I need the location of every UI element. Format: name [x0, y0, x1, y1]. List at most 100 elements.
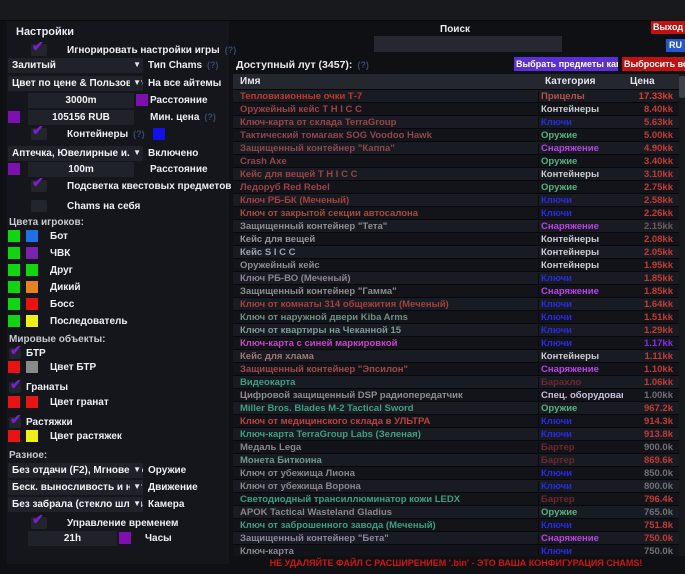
table-row[interactable]: Ключ от закрытой секции автосалона Ключи…	[233, 207, 679, 220]
item-price: 2.26kk	[623, 208, 679, 219]
loot-distance-input[interactable]	[28, 162, 134, 177]
table-row[interactable]: Кейс для хлама Контейнеры 1.11kk	[233, 350, 679, 363]
table-row[interactable]: Crash Axe Оружие 3.40kk	[233, 155, 679, 168]
search-input[interactable]	[374, 36, 562, 52]
scrollbar-thumb[interactable]	[679, 76, 685, 98]
table-row[interactable]: Ключ от убежища Лиона Ключи 850.0k	[233, 467, 679, 480]
help-icon[interactable]: (?)	[357, 60, 369, 70]
all-items-dropdown[interactable]: Цвет по цене & Пользователь ▼	[8, 76, 143, 91]
table-row[interactable]: Тепловизионные очки Т-7 Прицелы 17.33kk	[233, 90, 679, 103]
table-row[interactable]: Видеокарта Барахло 1.06kk	[233, 376, 679, 389]
table-row[interactable]: Ключ от комнаты 314 общежития (Меченый) …	[233, 298, 679, 311]
player-color-swatch-1[interactable]	[8, 281, 20, 293]
table-row[interactable]: Ключ от убежища Ворона Ключи 800.0k	[233, 480, 679, 493]
containers-checkbox[interactable]: ✔	[31, 128, 47, 140]
player-color-swatch-2[interactable]	[26, 230, 38, 242]
language-button[interactable]: RU	[666, 39, 685, 52]
chams-self-checkbox[interactable]	[31, 200, 47, 212]
player-color-swatch-1[interactable]	[8, 230, 20, 242]
player-color-swatch-2[interactable]	[26, 247, 38, 259]
hours-input[interactable]	[28, 531, 117, 546]
table-row[interactable]: Ключ РБ-ВО (Меченый) Ключи 1.85kk	[233, 272, 679, 285]
camera-dropdown[interactable]: Без забрала (стекло шлема) ▼	[8, 497, 143, 512]
table-row[interactable]: Ключ-карта TerraGroup Labs (Зеленая) Клю…	[233, 428, 679, 441]
player-color-label: Босс	[50, 299, 74, 310]
item-price: 2.15kk	[623, 221, 679, 232]
chams-type-dropdown[interactable]: Залитый ▼	[8, 58, 143, 73]
table-scrollbar[interactable]	[679, 74, 685, 556]
ignore-game-settings-checkbox[interactable]: ✔	[31, 44, 47, 56]
column-header-category[interactable]: Категория	[545, 76, 595, 87]
loot-distance-color-swatch[interactable]	[8, 163, 20, 175]
player-color-swatch-2[interactable]	[26, 281, 38, 293]
hours-color-swatch[interactable]	[119, 532, 131, 544]
table-row[interactable]: Кейс S I C C Контейнеры 2.05kk	[233, 246, 679, 259]
grenade-color-swatch-2[interactable]	[26, 396, 38, 408]
table-row[interactable]: Ключ-карта с синей маркировкой Ключи 1.1…	[233, 337, 679, 350]
item-price: 914.3k	[623, 416, 679, 427]
min-price-color-swatch[interactable]	[8, 111, 20, 123]
table-row[interactable]: Ключ-карта от склада TerraGroup Ключи 5.…	[233, 116, 679, 129]
table-row[interactable]: Оружейный кейс Контейнеры 1.95kk	[233, 259, 679, 272]
table-row[interactable]: Защищенный контейнер "Бета" Снаряжение 7…	[233, 532, 679, 545]
table-row[interactable]: Тактический томагавк SOG Voodoo Hawk Ору…	[233, 129, 679, 142]
tripwire-color-label: Цвет растяжек	[50, 431, 122, 442]
select-kappa-items-button[interactable]: Выбрать предметы каппа	[514, 57, 618, 71]
table-row[interactable]: Защищенный контейнер "Эпсилон" Снаряжени…	[233, 363, 679, 376]
player-color-swatch-1[interactable]	[8, 298, 20, 310]
table-row[interactable]: Защищенный контейнер "Тета" Снаряжение 2…	[233, 220, 679, 233]
distance-color-swatch[interactable]	[136, 94, 148, 106]
movement-dropdown[interactable]: Беск. выносливость и нет уста ▼	[8, 480, 143, 495]
distance-input[interactable]	[28, 93, 134, 108]
tripwires-checkbox[interactable]: ✔	[9, 417, 21, 428]
item-category: Бартер	[538, 442, 623, 453]
exit-button[interactable]: Выход	[651, 21, 685, 34]
table-row[interactable]: Цифровой защищенный DSP радиопередатчик …	[233, 389, 679, 402]
btr-color-swatch-1[interactable]	[8, 361, 20, 373]
item-category: Ключи	[538, 299, 623, 310]
item-name: Ключ от убежища Лиона	[233, 468, 538, 479]
player-color-swatch-2[interactable]	[26, 264, 38, 276]
table-row[interactable]: Ключ РБ-БК (Меченый) Ключи 2.58kk	[233, 194, 679, 207]
table-row[interactable]: Ключ от заброшенного завода (Меченый) Кл…	[233, 519, 679, 532]
table-row[interactable]: Защищенный контейнер "Гамма" Снаряжение …	[233, 285, 679, 298]
table-row[interactable]: Miller Bros. Blades M-2 Tactical Sword О…	[233, 402, 679, 415]
help-icon[interactable]: (?)	[204, 112, 216, 122]
category-filter-dropdown[interactable]: Аптечка, Ювелирные и... ▼	[8, 146, 143, 161]
table-row[interactable]: Ледоруб Red Rebel Оружие 2.75kk	[233, 181, 679, 194]
table-row[interactable]: Оружейный кейс T H I C C Контейнеры 8.40…	[233, 103, 679, 116]
containers-color-swatch[interactable]	[153, 128, 165, 140]
btr-color-swatch-2[interactable]	[26, 361, 38, 373]
time-control-checkbox[interactable]: ✔	[31, 517, 47, 529]
tripwire-color-swatch-2[interactable]	[26, 430, 38, 442]
table-row[interactable]: Ключ от наружной двери Kiba Arms Ключи 1…	[233, 311, 679, 324]
table-row[interactable]: Медаль Lega Бартер 900.0k	[233, 441, 679, 454]
help-icon[interactable]: (?)	[207, 60, 219, 70]
weapon-dropdown[interactable]: Без отдачи (F2), Мгновенное п ▼	[8, 463, 143, 478]
grenade-color-swatch-1[interactable]	[8, 396, 20, 408]
table-row[interactable]: Защищенный контейнер "Каппа" Снаряжение …	[233, 142, 679, 155]
btr-checkbox[interactable]: ✔	[9, 348, 21, 359]
column-header-price[interactable]: Цена	[630, 76, 655, 87]
drop-all-button[interactable]: Выбросить все	[622, 57, 685, 71]
player-color-swatch-2[interactable]	[26, 298, 38, 310]
column-header-name[interactable]: Имя	[240, 76, 260, 87]
table-row[interactable]: Кейс для вещей Контейнеры 2.08kk	[233, 233, 679, 246]
grenades-checkbox[interactable]: ✔	[9, 382, 21, 393]
tripwire-color-swatch-1[interactable]	[8, 430, 20, 442]
table-row[interactable]: Светодиодный трансиллюминатор кожи LEDX …	[233, 493, 679, 506]
table-row[interactable]: Ключ от медицинского склада в УЛЬТРА Клю…	[233, 415, 679, 428]
table-row[interactable]: Монета Биткоина Бартер 869.6k	[233, 454, 679, 467]
player-color-swatch-1[interactable]	[8, 315, 20, 327]
min-price-input[interactable]	[28, 110, 134, 125]
quest-highlight-checkbox[interactable]: ✔	[31, 180, 47, 192]
player-color-swatch-1[interactable]	[8, 264, 20, 276]
table-row[interactable]: Кейс для вещей T H I C C Контейнеры 3.10…	[233, 168, 679, 181]
help-icon[interactable]: (?)	[225, 45, 237, 55]
table-row[interactable]: Ключ от квартиры на Чеканной 15 Ключи 1.…	[233, 324, 679, 337]
table-row[interactable]: APOK Tactical Wasteland Gladius Оружие 7…	[233, 506, 679, 519]
table-row[interactable]: Ключ-карта Ключи 750.0k	[233, 545, 679, 556]
player-color-swatch-2[interactable]	[26, 315, 38, 327]
help-icon[interactable]: (?)	[133, 129, 145, 139]
player-color-swatch-1[interactable]	[8, 247, 20, 259]
